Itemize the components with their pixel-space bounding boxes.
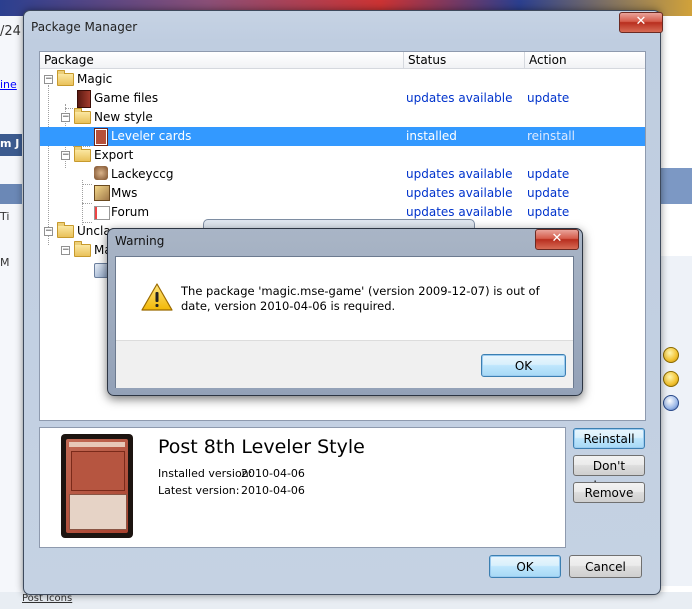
tree-row-lackeyccg[interactable]: Lackeyccg updates available update	[40, 165, 645, 184]
tree-item-label: New style	[94, 110, 153, 124]
status-text: updates available	[406, 167, 513, 181]
action-link[interactable]: update	[527, 186, 569, 200]
card-icon	[94, 128, 108, 146]
smiley-icon[interactable]	[663, 395, 679, 411]
folder-icon	[74, 108, 91, 124]
package-title: Post 8th Leveler Style	[158, 436, 365, 458]
cancel-button[interactable]: Cancel	[569, 555, 642, 578]
close-button[interactable]: ✕	[619, 12, 663, 33]
background-fragment-4: Ti	[0, 210, 10, 223]
column-header-action[interactable]: Action	[525, 52, 645, 69]
tree-item-label: Mws	[111, 186, 138, 200]
book-icon	[77, 90, 91, 108]
action-link[interactable]: update	[527, 91, 569, 105]
remove-button[interactable]: Remove	[573, 482, 645, 503]
lackey-icon	[94, 166, 108, 180]
folder-icon	[57, 70, 74, 86]
background-fragment-2[interactable]: ine	[0, 78, 22, 91]
tree-item-label: Forum	[111, 205, 150, 219]
folder-icon	[74, 241, 91, 257]
background-fragment-5: M	[0, 256, 10, 269]
folder-icon	[57, 222, 74, 238]
window-title: Package Manager	[31, 20, 138, 34]
collapse-toggle-icon[interactable]: −	[61, 151, 70, 160]
installed-version-label: Installed version:	[158, 467, 253, 480]
background-fragment-1: /24	[0, 24, 21, 39]
tree-row-mws[interactable]: Mws updates available update	[40, 184, 645, 203]
status-text: updates available	[406, 186, 513, 200]
warning-ok-button[interactable]: OK	[481, 354, 566, 377]
card-preview-image	[61, 434, 133, 538]
status-text: updates available	[406, 205, 513, 219]
warning-message: The package 'magic.mse-game' (version 20…	[181, 284, 540, 313]
ok-button[interactable]: OK	[489, 555, 561, 578]
warning-title: Warning	[115, 234, 165, 248]
background-left-strip: /24 ine m J Ti M	[0, 16, 22, 609]
tree-item-label: Export	[94, 148, 134, 162]
mws-icon	[94, 185, 110, 201]
smiley-icon[interactable]	[663, 347, 679, 363]
collapse-toggle-icon[interactable]: −	[44, 75, 53, 84]
tree-item-label: Leveler cards	[111, 129, 192, 143]
latest-version-value: 2010-04-06	[241, 484, 305, 497]
tree-row-game-files[interactable]: Game files updates available update	[40, 89, 645, 108]
tree-row-magic[interactable]: − Magic	[40, 70, 645, 89]
tree-item-label: Game files	[94, 91, 159, 105]
warning-close-button[interactable]: ✕	[535, 229, 579, 250]
tree-item-label: Lackeyccg	[111, 167, 174, 181]
dont-change-button[interactable]: Don't change	[573, 455, 645, 493]
column-header-package[interactable]: Package	[40, 52, 404, 69]
folder-icon	[74, 146, 91, 162]
tree-item-label: Magic	[77, 72, 113, 86]
background-right-strip	[657, 16, 692, 609]
warning-body: The package 'magic.mse-game' (version 20…	[115, 256, 574, 388]
warning-dialog: Warning ✕ The package 'magic.mse-game' (…	[107, 228, 583, 396]
column-header-status[interactable]: Status	[404, 52, 525, 69]
action-link[interactable]: reinstall	[527, 129, 575, 143]
smiley-icon[interactable]	[663, 371, 679, 387]
status-text: updates available	[406, 91, 513, 105]
forum-icon	[94, 206, 110, 220]
latest-version-label: Latest version:	[158, 484, 240, 497]
action-link[interactable]: update	[527, 205, 569, 219]
status-text: installed	[406, 129, 457, 143]
collapse-toggle-icon[interactable]: −	[61, 113, 70, 122]
tree-row-export[interactable]: − Export	[40, 146, 645, 165]
warning-footer: OK	[116, 340, 573, 388]
background-fragment-3: m J	[0, 137, 20, 150]
package-details-panel: Post 8th Leveler Style Installed version…	[39, 427, 566, 548]
collapse-toggle-icon[interactable]: −	[61, 246, 70, 255]
warning-triangle-icon	[141, 283, 173, 311]
installed-version-value: 2010-04-06	[241, 467, 305, 480]
collapse-toggle-icon[interactable]: −	[44, 227, 53, 236]
action-link[interactable]: update	[527, 167, 569, 181]
reinstall-button[interactable]: Reinstall	[573, 428, 645, 449]
tree-row-leveler-cards[interactable]: Leveler cards installed reinstall	[40, 127, 645, 146]
tree-row-new-style[interactable]: − New style	[40, 108, 645, 127]
